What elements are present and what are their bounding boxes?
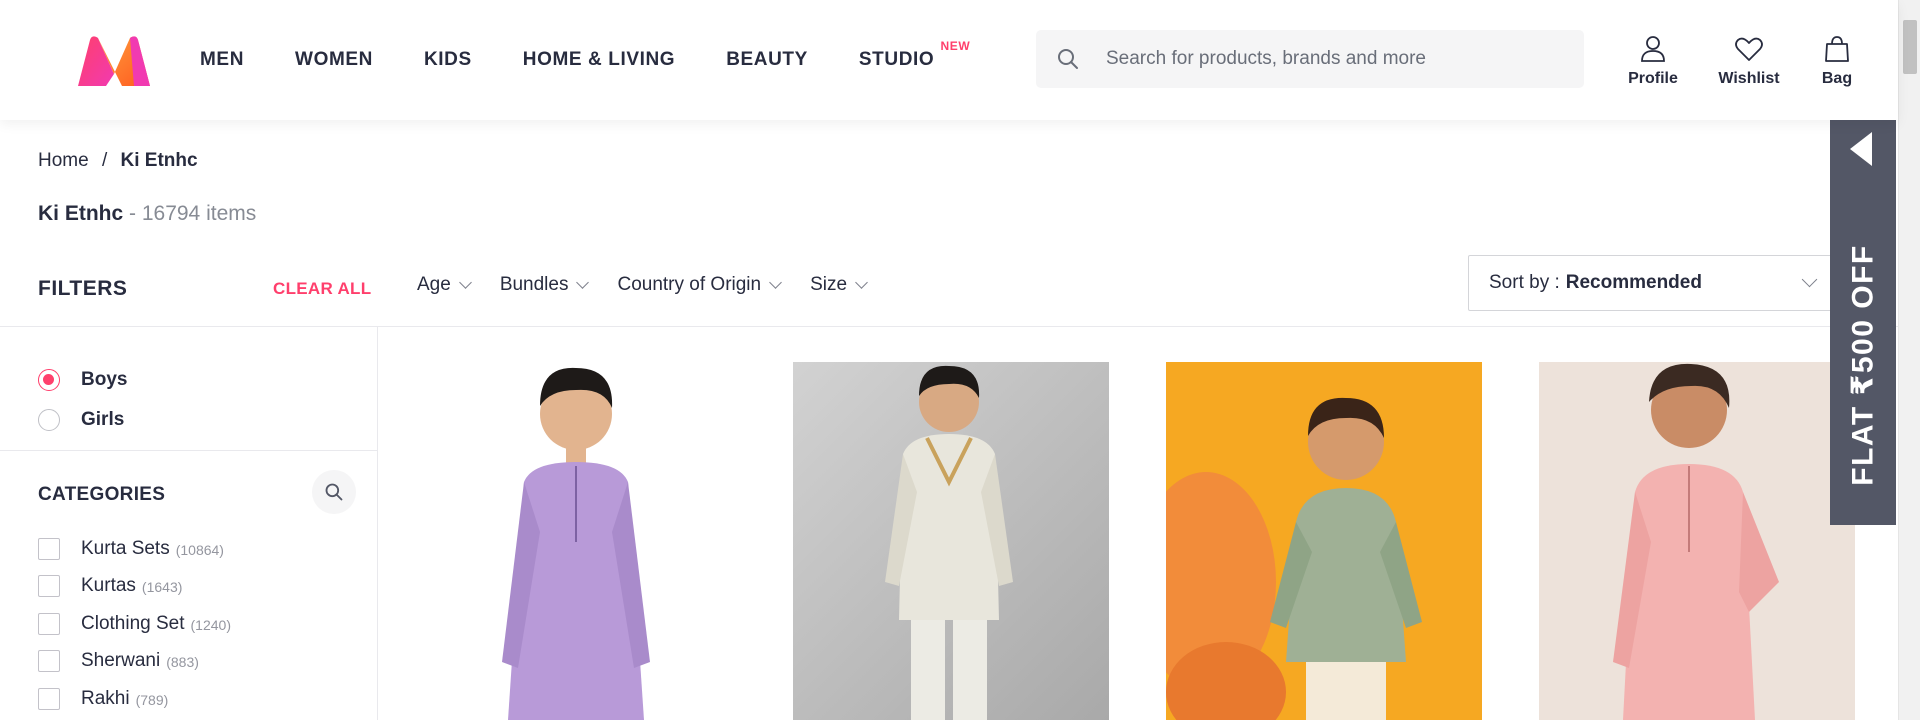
nav-home-living[interactable]: HOME & LIVING — [523, 49, 675, 71]
promo-text: FLAT ₹500 OFF — [1846, 244, 1880, 486]
chevron-down-icon — [458, 275, 472, 289]
category-item[interactable]: Kurta Sets (10864) — [38, 530, 231, 568]
myntra-logo[interactable] — [76, 34, 152, 90]
checkbox[interactable] — [38, 650, 60, 673]
product-card[interactable] — [422, 362, 738, 720]
page-scrollbar[interactable] — [1898, 0, 1920, 720]
checkbox[interactable] — [38, 575, 60, 598]
wishlist-label: Wishlist — [1718, 70, 1780, 87]
filter-bundles-label: Bundles — [499, 274, 569, 295]
product-image — [1166, 397, 1422, 720]
nav-women[interactable]: WOMEN — [295, 49, 373, 71]
bag-label: Bag — [1821, 70, 1853, 87]
gender-filter: Boys Girls — [38, 360, 127, 440]
filters-heading: FILTERS — [38, 277, 128, 300]
profile-icon — [1641, 36, 1665, 62]
product-image — [502, 367, 650, 720]
search-icon — [325, 483, 343, 501]
nav-men[interactable]: MEN — [200, 49, 244, 71]
product-image — [885, 365, 1013, 720]
top-header: MEN WOMEN KIDS HOME & LIVING BEAUTY STUD… — [0, 0, 1898, 120]
nav-beauty[interactable]: BEAUTY — [726, 49, 808, 71]
filter-size-label: Size — [810, 274, 848, 295]
sort-value: Recommended — [1565, 272, 1702, 293]
main-nav: MEN WOMEN KIDS HOME & LIVING BEAUTY STUD… — [200, 0, 985, 120]
bag-button[interactable]: Bag — [1812, 34, 1862, 88]
chevron-down-icon — [1801, 271, 1818, 288]
chevron-down-icon — [855, 275, 868, 289]
gender-option-girls[interactable]: Girls — [38, 400, 127, 440]
clear-all-button[interactable]: CLEAR ALL — [273, 279, 371, 299]
product-card[interactable] — [1166, 362, 1482, 720]
sidebar-section-divider — [0, 450, 377, 451]
filter-bundles[interactable]: Bundles — [499, 274, 590, 296]
search-bar[interactable] — [1036, 30, 1584, 88]
category-count: (1240) — [190, 616, 231, 633]
gender-label: Girls — [81, 409, 125, 430]
sort-prefix: Sort by : — [1489, 272, 1560, 293]
breadcrumb-home[interactable]: Home — [38, 150, 89, 171]
checkbox[interactable] — [38, 612, 60, 635]
bag-icon — [1825, 36, 1849, 62]
category-label: Kurta Sets — [81, 537, 170, 559]
chevron-down-icon — [576, 275, 590, 289]
category-label: Clothing Set — [81, 612, 185, 634]
breadcrumb-separator: / — [101, 150, 108, 171]
category-count: (883) — [166, 654, 199, 671]
product-card[interactable] — [793, 362, 1109, 720]
heart-icon — [1735, 37, 1763, 61]
breadcrumb-current: Ki Etnhc — [120, 150, 198, 171]
filter-age[interactable]: Age — [417, 274, 472, 296]
brand-name: Ki Etnhc — [38, 202, 124, 225]
category-count: (789) — [135, 691, 169, 708]
category-label: Sherwani — [81, 650, 161, 672]
categories-heading: CATEGORIES — [38, 484, 166, 505]
filter-age-label: Age — [417, 274, 451, 295]
checkbox[interactable] — [38, 687, 60, 710]
search-icon[interactable] — [1056, 47, 1080, 71]
sidebar-divider — [377, 326, 378, 720]
horizontal-filters: Age Bundles Country of Origin Size — [417, 274, 896, 296]
nav-studio[interactable]: STUDIO NEW — [858, 39, 970, 71]
category-count: (1643) — [141, 579, 183, 596]
category-item[interactable]: Sherwani (883) — [38, 643, 231, 681]
category-count: (10864) — [175, 541, 224, 558]
category-item[interactable]: Kurtas (1643) — [38, 568, 231, 606]
divider — [0, 326, 1898, 327]
breadcrumb: Home / Ki Etnhc — [38, 150, 198, 172]
product-card[interactable] — [1539, 362, 1855, 720]
promo-banner[interactable]: FLAT ₹500 OFF — [1830, 120, 1896, 525]
profile-button[interactable]: Profile — [1618, 34, 1688, 88]
category-item[interactable]: Rakhi (789) — [38, 680, 231, 718]
scrollbar-thumb[interactable] — [1903, 20, 1917, 74]
product-image — [1613, 363, 1779, 720]
filter-country-label: Country of Origin — [617, 274, 762, 295]
wishlist-button[interactable]: Wishlist — [1710, 34, 1788, 88]
page-title: Ki Etnhc - 16794 items — [38, 202, 256, 226]
category-label: Kurtas — [81, 575, 136, 597]
radio-selected[interactable] — [38, 369, 60, 391]
category-item[interactable]: Clothing Set (1240) — [38, 605, 231, 643]
gender-option-boys[interactable]: Boys — [38, 360, 127, 400]
category-list: Kurta Sets (10864) Kurtas (1643) Clothin… — [38, 530, 231, 718]
category-search-button[interactable] — [312, 470, 356, 514]
radio-unselected[interactable] — [38, 409, 60, 431]
filter-size[interactable]: Size — [810, 274, 868, 296]
expand-arrow-icon[interactable] — [1850, 132, 1872, 166]
chevron-down-icon — [769, 275, 782, 289]
checkbox[interactable] — [38, 537, 60, 560]
new-badge: NEW — [940, 39, 971, 53]
category-label: Rakhi — [81, 687, 130, 709]
header-actions: Profile Wishlist Bag — [1618, 34, 1862, 88]
nav-studio-label: STUDIO — [858, 49, 935, 70]
gender-label: Boys — [81, 369, 128, 390]
sort-dropdown[interactable]: Sort by : Recommended — [1468, 255, 1838, 311]
profile-label: Profile — [1628, 70, 1678, 87]
search-input[interactable] — [1106, 48, 1566, 70]
item-count: - 16794 items — [123, 202, 257, 225]
nav-kids[interactable]: KIDS — [424, 49, 472, 71]
filter-country-of-origin[interactable]: Country of Origin — [617, 274, 782, 296]
